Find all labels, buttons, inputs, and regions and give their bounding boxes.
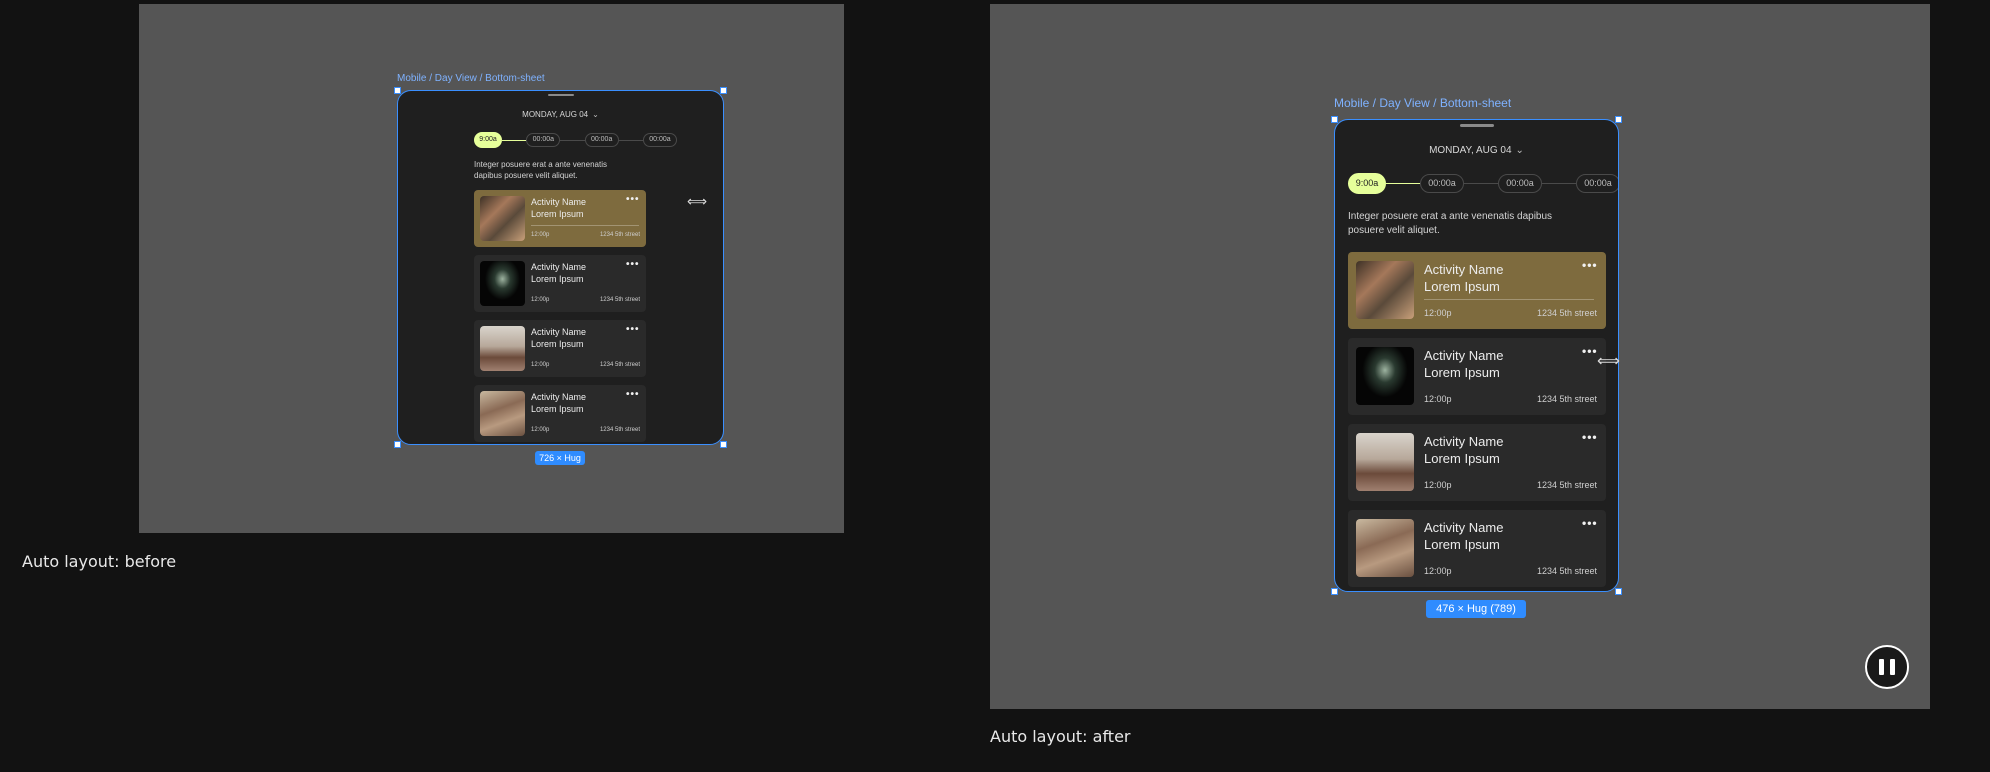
activity-name: Activity Name Lorem Ipsum bbox=[1424, 262, 1504, 294]
selection-handle[interactable] bbox=[1331, 116, 1338, 123]
caption-after: Auto layout: after bbox=[990, 727, 1131, 746]
selection-handle[interactable] bbox=[1615, 588, 1622, 595]
time-pill-0[interactable]: 9:00a bbox=[1348, 173, 1386, 194]
frame-label-before[interactable]: Mobile / Day View / Bottom-sheet bbox=[397, 73, 545, 84]
activity-street: 1234 5th street bbox=[599, 427, 640, 433]
selection-handle[interactable] bbox=[394, 441, 401, 448]
activity-time: 12:00p bbox=[531, 427, 550, 433]
activity-time: 12:00p bbox=[1424, 566, 1452, 576]
activity-name: Activity Name Lorem Ipsum bbox=[531, 392, 587, 414]
timeline-connector bbox=[618, 139, 643, 141]
activity-card[interactable]: Activity Name Lorem Ipsum ••• 12:00p 1234… bbox=[1348, 510, 1606, 587]
more-horizontal-icon[interactable]: ••• bbox=[1582, 344, 1598, 358]
card-divider bbox=[531, 225, 639, 226]
activity-time: 12:00p bbox=[531, 297, 550, 303]
time-pill-2[interactable]: 00:00a bbox=[1498, 174, 1542, 193]
activity-time: 12:00p bbox=[1424, 480, 1452, 490]
chevron-down-icon: ⌄ bbox=[1515, 145, 1524, 156]
day-description: Integer posuere erat a ante venenatis da… bbox=[1348, 211, 1553, 236]
activity-name: Activity Name Lorem Ipsum bbox=[1424, 348, 1504, 380]
bottom-sheet-frame-before[interactable]: MONDAY, AUG 04 ⌄ 9:00a 00:00a 00:00a 00:0… bbox=[397, 90, 724, 445]
selection-handle[interactable] bbox=[720, 87, 727, 94]
activity-time: 12:00p bbox=[1424, 394, 1452, 404]
time-pill-3[interactable]: 00:00a bbox=[1576, 174, 1618, 193]
activity-thumbnail bbox=[1356, 433, 1414, 491]
pause-icon bbox=[1879, 659, 1884, 675]
activity-name: Activity Name Lorem Ipsum bbox=[531, 197, 587, 219]
activity-street: 1234 5th street bbox=[599, 362, 640, 368]
activity-thumbnail bbox=[1356, 519, 1414, 577]
more-horizontal-icon[interactable]: ••• bbox=[626, 324, 640, 335]
pause-button[interactable] bbox=[1865, 645, 1909, 689]
time-pill-1[interactable]: 00:00a bbox=[1420, 174, 1464, 193]
more-horizontal-icon[interactable]: ••• bbox=[626, 194, 640, 205]
chevron-down-icon: ⌄ bbox=[592, 110, 599, 119]
activity-time: 12:00p bbox=[531, 362, 550, 368]
size-badge-before: 726 × Hug bbox=[535, 451, 585, 465]
card-divider bbox=[1424, 299, 1594, 300]
activity-thumbnail bbox=[480, 196, 525, 241]
activity-card[interactable]: Activity Name Lorem Ipsum ••• 12:00p 1234… bbox=[474, 190, 646, 247]
activity-street: 1234 5th street bbox=[1536, 394, 1597, 404]
timeline-connector bbox=[1542, 183, 1576, 184]
day-description: Integer posuere erat a ante venenatis da… bbox=[474, 160, 607, 180]
time-pill-2[interactable]: 00:00a bbox=[584, 133, 619, 147]
time-timeline: 9:00a 00:00a 00:00a 00:00a bbox=[474, 132, 677, 148]
activity-card[interactable]: Activity Name Lorem Ipsum ••• 12:00p 1234… bbox=[474, 320, 646, 377]
activity-card[interactable]: Activity Name Lorem Ipsum ••• 12:00p 1234… bbox=[474, 255, 646, 312]
more-horizontal-icon[interactable]: ••• bbox=[1582, 430, 1598, 444]
time-pill-1[interactable]: 00:00a bbox=[526, 133, 561, 147]
activity-street: 1234 5th street bbox=[1536, 566, 1597, 576]
bottom-sheet-frame-after[interactable]: MONDAY, AUG 04 ⌄ 9:00a 00:00a 00:00a 00:0… bbox=[1334, 119, 1619, 592]
activity-card[interactable]: Activity Name Lorem Ipsum ••• 12:00p 1234… bbox=[1348, 338, 1606, 415]
pause-icon bbox=[1890, 659, 1895, 675]
date-selector[interactable]: MONDAY, AUG 04 ⌄ bbox=[1335, 145, 1618, 156]
activity-thumbnail bbox=[480, 261, 525, 306]
activity-street: 1234 5th street bbox=[599, 232, 640, 238]
activity-name: Activity Name Lorem Ipsum bbox=[531, 327, 587, 349]
date-label: MONDAY, AUG 04 bbox=[1429, 145, 1512, 156]
time-timeline: 9:00a 00:00a 00:00a 00:00a bbox=[1348, 173, 1618, 194]
activity-time: 12:00p bbox=[531, 232, 550, 238]
sheet-grab-handle[interactable] bbox=[548, 94, 574, 96]
timeline-connector bbox=[560, 139, 585, 141]
activity-street: 1234 5th street bbox=[599, 297, 640, 303]
activity-card[interactable]: Activity Name Lorem Ipsum ••• 12:00p 1234… bbox=[1348, 424, 1606, 501]
caption-before: Auto layout: before bbox=[22, 552, 177, 571]
more-horizontal-icon[interactable]: ••• bbox=[626, 259, 640, 270]
selection-handle[interactable] bbox=[394, 87, 401, 94]
more-horizontal-icon[interactable]: ••• bbox=[626, 389, 640, 400]
more-horizontal-icon[interactable]: ••• bbox=[1582, 258, 1598, 272]
activity-thumbnail bbox=[480, 391, 525, 436]
date-selector[interactable]: MONDAY, AUG 04 ⌄ bbox=[398, 110, 723, 119]
timeline-connector bbox=[1464, 183, 1498, 184]
activity-time: 12:00p bbox=[1424, 308, 1452, 318]
frame-label-after[interactable]: Mobile / Day View / Bottom-sheet bbox=[1334, 96, 1511, 110]
selection-handle[interactable] bbox=[1615, 116, 1622, 123]
resize-cursor-icon: ⟺ bbox=[687, 193, 708, 209]
activity-card[interactable]: Activity Name Lorem Ipsum ••• 12:00p 1234… bbox=[1348, 252, 1606, 329]
time-pill-0[interactable]: 9:00a bbox=[474, 132, 502, 148]
activity-name: Activity Name Lorem Ipsum bbox=[531, 262, 587, 284]
selection-handle[interactable] bbox=[1331, 588, 1338, 595]
selection-handle[interactable] bbox=[720, 441, 727, 448]
activity-card[interactable]: Activity Name Lorem Ipsum ••• 12:00p 1234… bbox=[474, 385, 646, 442]
activity-street: 1234 5th street bbox=[1536, 308, 1597, 318]
activity-street: 1234 5th street bbox=[1536, 480, 1597, 490]
activity-name: Activity Name Lorem Ipsum bbox=[1424, 434, 1504, 466]
activity-thumbnail bbox=[480, 326, 525, 371]
timeline-connector bbox=[1386, 183, 1420, 184]
activity-thumbnail bbox=[1356, 347, 1414, 405]
time-pill-3[interactable]: 00:00a bbox=[642, 133, 677, 147]
sheet-grab-handle[interactable] bbox=[1460, 124, 1494, 127]
more-horizontal-icon[interactable]: ••• bbox=[1582, 516, 1598, 530]
activity-name: Activity Name Lorem Ipsum bbox=[1424, 520, 1504, 552]
activity-thumbnail bbox=[1356, 261, 1414, 319]
resize-cursor-icon: ⟺ bbox=[1597, 353, 1620, 370]
timeline-connector bbox=[502, 139, 527, 141]
date-label: MONDAY, AUG 04 bbox=[522, 110, 589, 119]
size-badge-after: 476 × Hug (789) bbox=[1426, 600, 1526, 618]
